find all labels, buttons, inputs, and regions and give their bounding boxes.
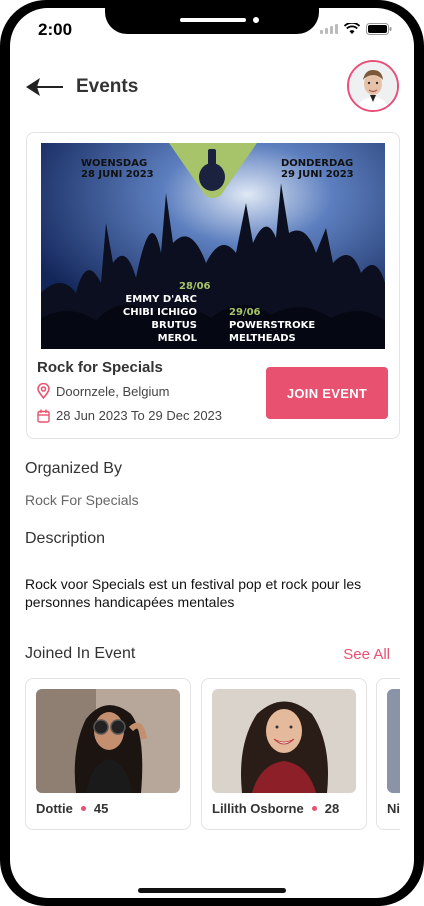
phone-frame: 2:00 Events WOENSDAG 28 JUNI 2023 DONDER… xyxy=(0,0,424,906)
separator-dot-icon xyxy=(311,806,317,811)
person-age: 28 xyxy=(324,801,340,816)
banner-act: EMMY D'ARC xyxy=(125,294,197,305)
back-arrow-icon[interactable] xyxy=(24,74,64,100)
app-screen: 2:00 Events WOENSDAG 28 JUNI 2023 DONDER… xyxy=(10,8,414,898)
banner-col1-date: 28/06 xyxy=(179,281,211,292)
event-banner-image: WOENSDAG 28 JUNI 2023 DONDERDAG 29 JUNI … xyxy=(41,143,385,349)
person-photo xyxy=(36,689,180,793)
see-all-link[interactable]: See All xyxy=(343,646,390,663)
person-card[interactable]: Dottie 45 xyxy=(25,678,191,830)
person-name: Lillith Osborne xyxy=(212,801,304,816)
joined-people-list: Dottie 45 Lillith Osborne 28 Ni xyxy=(25,678,400,830)
person-card[interactable]: Lillith Osborne 28 xyxy=(201,678,367,830)
status-icons xyxy=(320,23,392,35)
event-dates: 28 Jun 2023 To 29 Dec 2023 xyxy=(37,408,222,423)
profile-avatar[interactable] xyxy=(347,60,399,112)
banner-act: MEROL xyxy=(157,333,197,344)
description-text: Rock voor Specials est un festival pop e… xyxy=(25,576,362,610)
page-header: Events xyxy=(10,58,414,118)
banner-act: CHIBI ICHIGO xyxy=(122,307,197,318)
status-time: 2:00 xyxy=(38,20,73,39)
person-name: Dottie xyxy=(36,801,73,816)
banner-act: BRUTUS xyxy=(151,320,197,331)
join-event-button[interactable]: JOIN EVENT xyxy=(266,367,388,419)
joined-heading: Joined In Event xyxy=(25,645,136,662)
person-name: Ni xyxy=(387,801,400,816)
person-info: Ni xyxy=(387,801,400,816)
person-photo xyxy=(387,689,400,793)
separator-dot-icon xyxy=(80,806,86,811)
device-notch xyxy=(105,8,319,34)
battery-icon xyxy=(366,23,392,35)
person-card[interactable]: Ni xyxy=(376,678,400,830)
banner-act: MELTHEADS xyxy=(229,333,296,344)
home-indicator[interactable] xyxy=(138,888,286,893)
event-card[interactable]: WOENSDAG 28 JUNI 2023 DONDERDAG 29 JUNI … xyxy=(26,132,400,439)
page-title: Events xyxy=(76,76,139,97)
event-location: Doornzele, Belgium xyxy=(37,383,169,399)
wifi-icon xyxy=(344,23,360,34)
location-pin-icon xyxy=(37,383,50,399)
event-location-text: Doornzele, Belgium xyxy=(56,383,170,399)
organized-heading: Organized By xyxy=(25,460,122,477)
banner-act: POWERSTROKE xyxy=(229,320,316,331)
calendar-icon xyxy=(37,409,50,423)
banner-right-date: 29 JUNI 2023 xyxy=(281,169,354,180)
description-heading: Description xyxy=(25,530,106,547)
banner-left-date: 28 JUNI 2023 xyxy=(81,169,154,180)
person-info: Lillith Osborne 28 xyxy=(212,801,339,816)
organizer-name[interactable]: Rock For Specials xyxy=(25,492,139,508)
person-age: 45 xyxy=(93,801,109,816)
event-name: Rock for Specials xyxy=(37,359,163,376)
person-photo xyxy=(212,689,356,793)
banner-col2-date: 29/06 xyxy=(229,307,261,318)
person-info: Dottie 45 xyxy=(36,801,108,816)
signal-icon xyxy=(320,24,338,34)
event-dates-text: 28 Jun 2023 To 29 Dec 2023 xyxy=(56,408,223,423)
